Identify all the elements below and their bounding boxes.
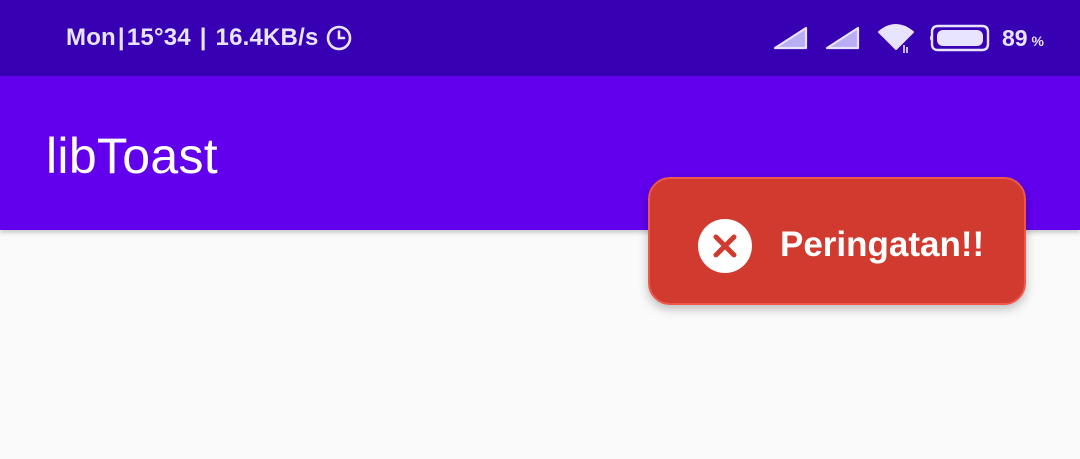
- error-toast: Peringatan!!: [648, 177, 1026, 305]
- status-right: 89%: [772, 0, 1044, 76]
- status-network-speed: 16.4KB/s: [215, 24, 319, 51]
- battery-icon: [927, 23, 992, 53]
- status-day: Mon: [66, 24, 116, 51]
- toast-message: Peringatan!!: [780, 225, 985, 264]
- signal-icon: [772, 25, 810, 51]
- battery-level: 89%: [1001, 24, 1044, 51]
- wifi-icon: [876, 21, 916, 55]
- status-bar: Mon | 15°34 | 16.4KB/s 89 %: [0, 0, 1080, 76]
- status-separator: |: [199, 24, 207, 51]
- clock-icon: [325, 24, 353, 52]
- status-time: 15°34: [126, 24, 191, 51]
- status-separator: |: [117, 24, 125, 51]
- error-x-icon: [698, 219, 752, 273]
- signal-icon: [824, 25, 862, 51]
- app-title: libToast: [46, 128, 218, 184]
- status-left: Mon | 15°34 | 16.4KB/s: [66, 0, 353, 76]
